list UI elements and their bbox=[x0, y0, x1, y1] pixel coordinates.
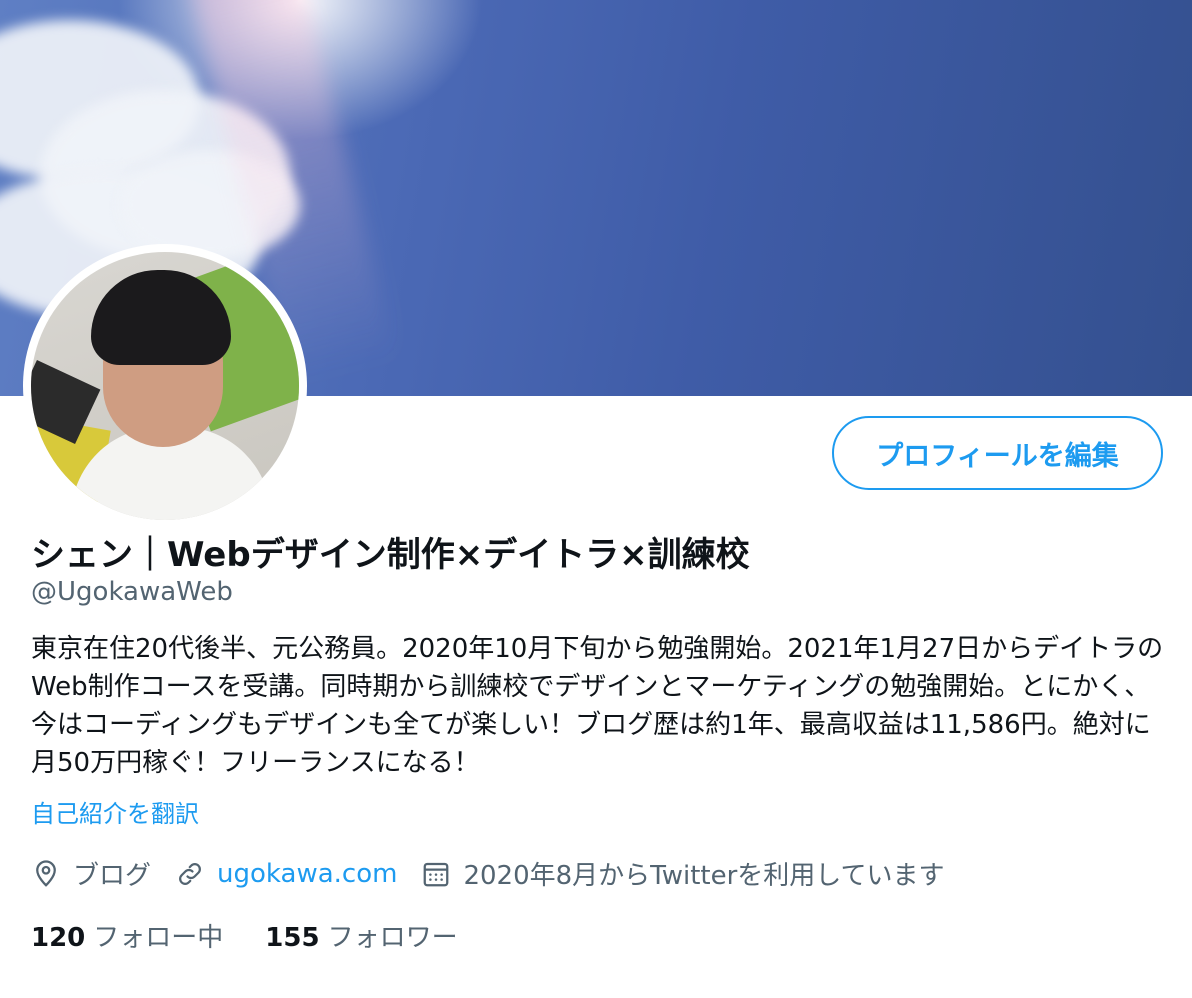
followers-count: 155 bbox=[265, 923, 320, 953]
location-item: ブログ bbox=[31, 855, 151, 892]
joined-text: 2020年8月からTwitterを利用しています bbox=[463, 861, 945, 891]
avatar-photo bbox=[31, 252, 299, 520]
edit-profile-button[interactable]: プロフィールを編集 bbox=[832, 416, 1163, 490]
following-count: 120 bbox=[31, 923, 86, 953]
user-handle: @UgokawaWeb bbox=[31, 577, 233, 607]
calendar-icon bbox=[424, 862, 449, 886]
followers-label: フォロワー bbox=[327, 923, 458, 953]
following-link[interactable]: 120 フォロー中 bbox=[31, 917, 223, 954]
link-icon bbox=[179, 862, 201, 885]
translate-bio-link[interactable]: 自己紹介を翻訳 bbox=[31, 794, 199, 829]
joined-item: 2020年8月からTwitterを利用しています bbox=[421, 855, 945, 892]
following-label: フォロー中 bbox=[93, 923, 224, 953]
location-text: ブログ bbox=[73, 861, 152, 891]
profile-bio: 東京在住20代後半、元公務員。2020年10月下旬から勉強開始。2021年1月2… bbox=[31, 634, 1164, 778]
location-pin-icon bbox=[36, 859, 56, 887]
website-link[interactable]: ugokawa.com bbox=[217, 859, 397, 889]
display-name: シェン｜Webデザイン制作×デイトラ×訓練校 bbox=[31, 535, 750, 575]
followers-link[interactable]: 155 フォロワー bbox=[265, 917, 457, 954]
follow-stats: 120 フォロー中 155 フォロワー bbox=[31, 917, 500, 954]
avatar[interactable] bbox=[23, 244, 307, 528]
profile-meta: ブログ ugokawa.com 2020年8月からTwitterを利用しています bbox=[31, 855, 969, 892]
website-item[interactable]: ugokawa.com bbox=[175, 859, 397, 889]
